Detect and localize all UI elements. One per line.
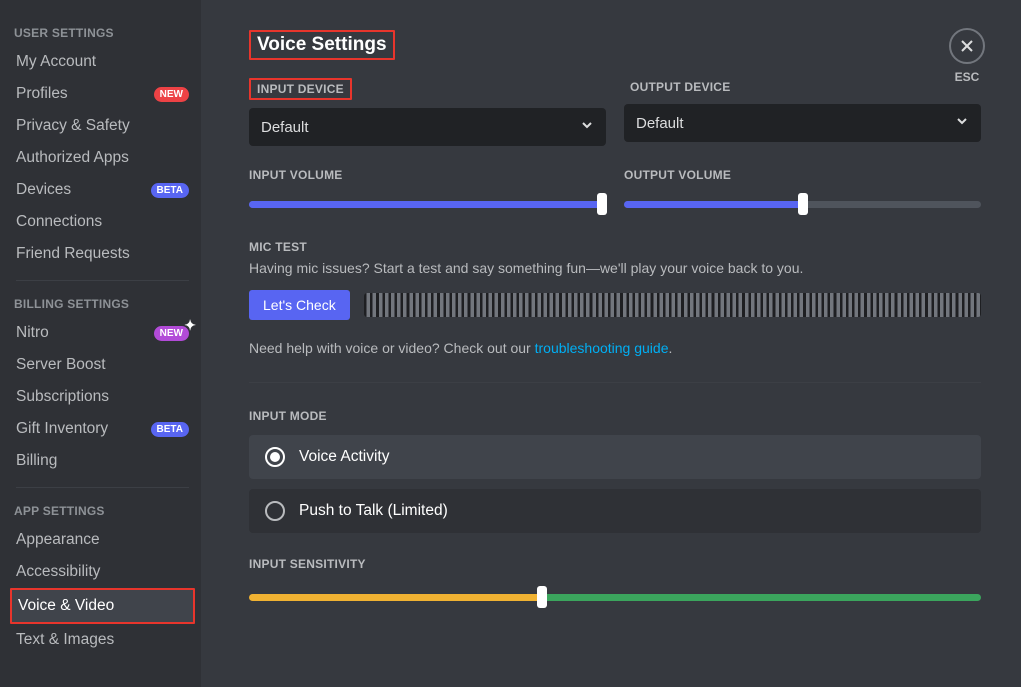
- sidebar-item-label: Server Boost: [16, 356, 106, 374]
- sidebar-item-nitro[interactable]: Nitro NEW✦: [10, 317, 195, 349]
- input-sensitivity-slider[interactable]: [249, 585, 981, 609]
- sidebar-item-label: Nitro: [16, 324, 49, 342]
- divider: [16, 487, 189, 488]
- sidebar-item-profiles[interactable]: Profiles NEW: [10, 78, 195, 110]
- sidebar-item-label: Subscriptions: [16, 388, 109, 406]
- mic-level-meter: [364, 293, 981, 317]
- output-volume-label: OUTPUT VOLUME: [624, 168, 981, 182]
- input-volume-slider[interactable]: [249, 192, 606, 216]
- input-mode-label: INPUT MODE: [249, 409, 981, 423]
- close-icon: [949, 28, 985, 64]
- slider-thumb[interactable]: [798, 193, 808, 215]
- sidebar-item-label: Voice & Video: [18, 597, 114, 615]
- sparkle-icon: ✦: [184, 317, 196, 334]
- sidebar-item-label: Text & Images: [16, 631, 114, 649]
- radio-label: Voice Activity: [299, 448, 389, 466]
- sidebar-item-my-account[interactable]: My Account: [10, 46, 195, 78]
- chevron-down-icon: [955, 114, 969, 132]
- output-device-dropdown[interactable]: Default: [624, 104, 981, 142]
- badge-beta: BETA: [151, 183, 189, 198]
- close-button[interactable]: ESC: [949, 28, 985, 84]
- input-sensitivity-label: INPUT SENSITIVITY: [249, 557, 981, 571]
- sidebar-item-server-boost[interactable]: Server Boost: [10, 349, 195, 381]
- badge-new: NEW: [154, 87, 189, 102]
- sidebar-item-label: Appearance: [16, 531, 100, 549]
- sidebar-section-header: USER SETTINGS: [10, 20, 195, 46]
- sidebar-item-devices[interactable]: Devices BETA: [10, 174, 195, 206]
- sidebar-item-privacy-safety[interactable]: Privacy & Safety: [10, 110, 195, 142]
- sidebar-item-billing[interactable]: Billing: [10, 445, 195, 477]
- sidebar-item-label: Connections: [16, 213, 102, 231]
- output-volume-slider[interactable]: [624, 192, 981, 216]
- input-mode-option-push-to-talk-limited-[interactable]: Push to Talk (Limited): [249, 489, 981, 533]
- badge-beta: BETA: [151, 422, 189, 437]
- sidebar-item-subscriptions[interactable]: Subscriptions: [10, 381, 195, 413]
- sidebar-item-voice-video[interactable]: Voice & Video: [10, 588, 195, 624]
- sidebar-item-label: Authorized Apps: [16, 149, 129, 167]
- settings-sidebar: USER SETTINGS My Account Profiles NEW Privac…: [0, 0, 201, 687]
- input-device-dropdown[interactable]: Default: [249, 108, 606, 146]
- mic-test-desc: Having mic issues? Start a test and say …: [249, 260, 981, 276]
- output-device-value: Default: [636, 115, 684, 132]
- input-device-value: Default: [261, 119, 309, 136]
- sidebar-item-appearance[interactable]: Appearance: [10, 524, 195, 556]
- badge-nitro: NEW✦: [154, 326, 189, 341]
- slider-thumb[interactable]: [597, 193, 607, 215]
- sidebar-item-accessibility[interactable]: Accessibility: [10, 556, 195, 588]
- input-device-label: INPUT DEVICE: [249, 78, 352, 100]
- mic-test-button[interactable]: Let's Check: [249, 290, 350, 320]
- radio-icon: [265, 501, 285, 521]
- sidebar-item-label: My Account: [16, 53, 96, 71]
- sidebar-item-label: Accessibility: [16, 563, 100, 581]
- chevron-down-icon: [580, 118, 594, 136]
- sidebar-item-label: Profiles: [16, 85, 68, 103]
- input-mode-option-voice-activity[interactable]: Voice Activity: [249, 435, 981, 479]
- sidebar-item-label: Gift Inventory: [16, 420, 108, 438]
- esc-label: ESC: [949, 70, 985, 84]
- divider: [16, 280, 189, 281]
- sidebar-section-header: APP SETTINGS: [10, 498, 195, 524]
- output-device-label: OUTPUT DEVICE: [624, 78, 736, 96]
- sidebar-item-authorized-apps[interactable]: Authorized Apps: [10, 142, 195, 174]
- radio-icon: [265, 447, 285, 467]
- sidebar-item-label: Privacy & Safety: [16, 117, 130, 135]
- sidebar-item-connections[interactable]: Connections: [10, 206, 195, 238]
- input-volume-label: INPUT VOLUME: [249, 168, 606, 182]
- sidebar-item-gift-inventory[interactable]: Gift Inventory BETA: [10, 413, 195, 445]
- settings-main: ESC Voice Settings INPUT DEVICE Default …: [201, 0, 1021, 687]
- troubleshooting-link[interactable]: troubleshooting guide: [535, 340, 669, 356]
- sidebar-item-label: Billing: [16, 452, 57, 470]
- sidebar-item-label: Friend Requests: [16, 245, 130, 263]
- divider: [249, 382, 981, 383]
- radio-label: Push to Talk (Limited): [299, 502, 448, 520]
- help-text: Need help with voice or video? Check out…: [249, 340, 981, 356]
- sidebar-item-friend-requests[interactable]: Friend Requests: [10, 238, 195, 270]
- page-title: Voice Settings: [249, 30, 395, 60]
- mic-test-label: MIC TEST: [249, 240, 981, 254]
- sidebar-section-header: BILLING SETTINGS: [10, 291, 195, 317]
- sidebar-item-text-images[interactable]: Text & Images: [10, 624, 195, 656]
- sidebar-item-label: Devices: [16, 181, 71, 199]
- slider-thumb[interactable]: [537, 586, 547, 608]
